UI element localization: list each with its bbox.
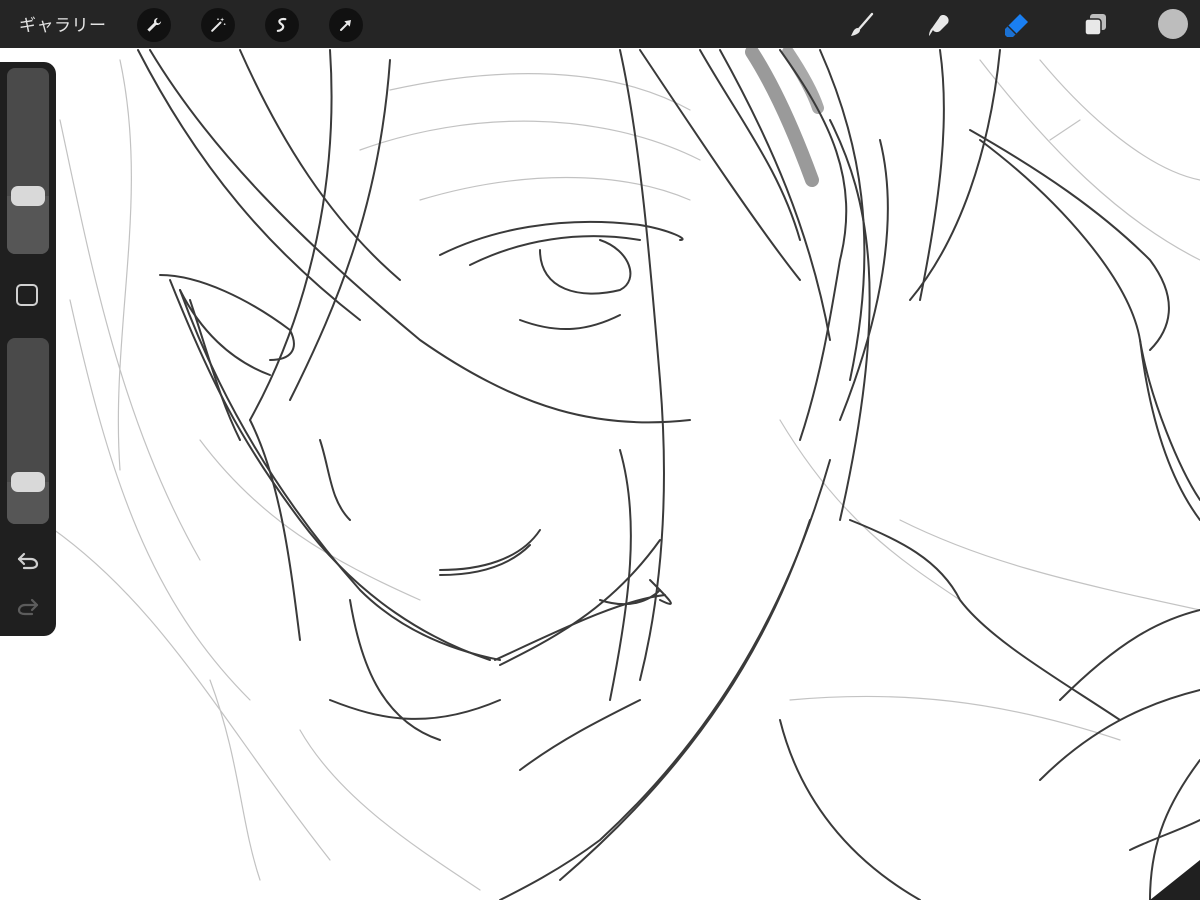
gallery-button[interactable]: ギャラリー xyxy=(19,11,107,36)
undo-button[interactable] xyxy=(15,550,41,572)
left-sidebar xyxy=(0,62,56,636)
layers-icon xyxy=(1084,14,1106,36)
adjustments-button[interactable] xyxy=(201,8,235,42)
opacity-handle[interactable] xyxy=(11,471,45,492)
transform-button[interactable] xyxy=(329,8,363,42)
procreate-app: ギャラリー xyxy=(0,0,1200,900)
opacity-slider[interactable] xyxy=(7,338,49,524)
brush-size-slider[interactable] xyxy=(7,68,49,254)
top-toolbar: ギャラリー xyxy=(0,0,1200,48)
brush-size-handle[interactable] xyxy=(11,185,45,206)
magic-wand-icon xyxy=(211,17,226,32)
modify-button[interactable] xyxy=(16,284,38,306)
canvas-corner-shadow xyxy=(1150,860,1200,900)
actions-button[interactable] xyxy=(137,8,171,42)
transform-arrow-icon xyxy=(340,20,351,31)
selection-s-icon xyxy=(276,17,287,32)
eraser-tool-button[interactable] xyxy=(1000,8,1034,42)
smudge-icon xyxy=(929,15,949,36)
selection-button[interactable] xyxy=(265,8,299,42)
layers-button[interactable] xyxy=(1078,8,1112,42)
eraser-icon xyxy=(1005,14,1028,37)
undo-icon xyxy=(17,552,39,570)
redo-icon xyxy=(17,598,39,616)
wrench-icon xyxy=(147,17,162,32)
smudge-tool-button[interactable] xyxy=(922,8,956,42)
redo-button[interactable] xyxy=(15,596,41,618)
brush-tool-button[interactable] xyxy=(844,8,878,42)
color-picker-button[interactable] xyxy=(1158,9,1188,39)
brush-icon xyxy=(851,12,874,36)
drawing-canvas[interactable] xyxy=(0,0,1200,900)
